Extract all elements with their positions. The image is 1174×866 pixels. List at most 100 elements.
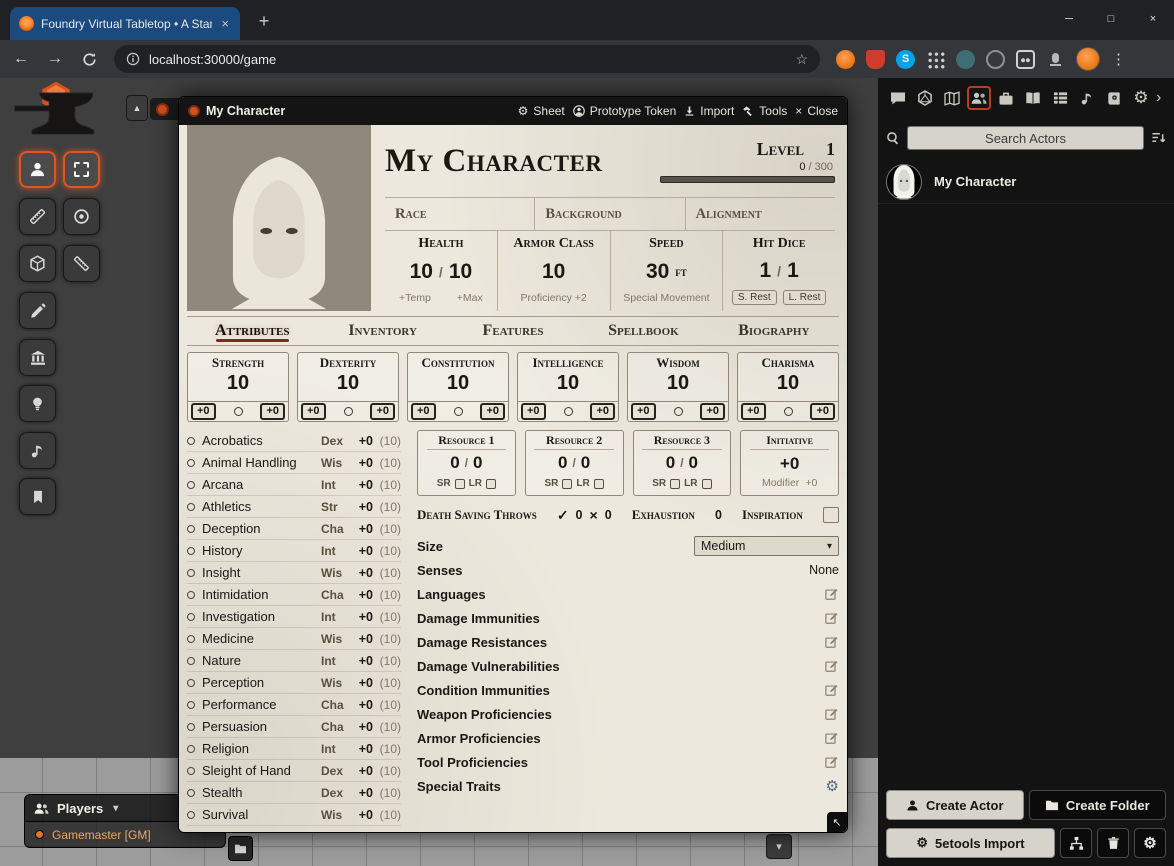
lr-checkbox[interactable] xyxy=(594,479,604,489)
scenes-tab[interactable] xyxy=(940,86,964,110)
hotbar-collapse-button[interactable]: ▾ xyxy=(766,834,792,859)
resource-label[interactable]: Resource 2 xyxy=(534,431,613,450)
sheet-tab[interactable]: Spellbook xyxy=(578,317,708,345)
skill-proficiency-toggle[interactable] xyxy=(187,569,195,577)
skill-proficiency-toggle[interactable] xyxy=(187,745,195,753)
ext-icon-mic[interactable] xyxy=(1046,50,1065,69)
edit-icon[interactable] xyxy=(825,611,839,625)
skill-proficiency-toggle[interactable] xyxy=(187,723,195,731)
ability-label[interactable]: Strength xyxy=(188,353,288,371)
skill-row[interactable]: Arcana Int +0 (10) xyxy=(187,474,401,496)
skill-proficiency-toggle[interactable] xyxy=(187,657,195,665)
ext-icon-s[interactable]: S xyxy=(896,50,915,69)
save-proficiency-toggle[interactable] xyxy=(564,407,573,416)
new-tab-button[interactable]: + xyxy=(252,9,276,33)
skill-row[interactable]: Intimidation Cha +0 (10) xyxy=(187,584,401,606)
sr-checkbox[interactable] xyxy=(670,479,680,489)
drawing-controls-button[interactable] xyxy=(19,292,56,329)
items-tab[interactable] xyxy=(994,86,1018,110)
lighting-controls-button[interactable] xyxy=(19,385,56,422)
note-controls-button[interactable] xyxy=(19,478,56,515)
lr-checkbox[interactable] xyxy=(702,479,712,489)
reload-button[interactable] xyxy=(80,52,98,67)
window-resize-handle[interactable]: ↖ xyxy=(827,812,847,832)
playlists-tab[interactable] xyxy=(1075,86,1099,110)
tables-tab[interactable] xyxy=(1048,86,1072,110)
window-close-button[interactable]: × xyxy=(1132,0,1174,38)
ext-icon-5[interactable] xyxy=(956,50,975,69)
edit-icon[interactable] xyxy=(825,707,839,721)
sr-checkbox[interactable] xyxy=(455,479,465,489)
detail-field[interactable]: Background xyxy=(534,198,684,230)
skill-row[interactable]: Medicine Wis +0 (10) xyxy=(187,628,401,650)
skill-proficiency-toggle[interactable] xyxy=(187,679,195,687)
long-rest-button[interactable]: L. Rest xyxy=(783,290,827,305)
ability-score[interactable]: 10 xyxy=(738,371,838,401)
skill-proficiency-toggle[interactable] xyxy=(187,767,195,775)
skill-proficiency-toggle[interactable] xyxy=(187,459,195,467)
tab-close-icon[interactable]: × xyxy=(219,16,231,31)
5etools-import-button[interactable]: ⚙ 5etools Import xyxy=(886,828,1055,858)
skill-row[interactable]: Stealth Dex +0 (10) xyxy=(187,782,401,804)
ext-icon-ublock[interactable] xyxy=(866,50,885,69)
ability-label[interactable]: Intelligence xyxy=(518,353,618,371)
sheet-tab[interactable]: Features xyxy=(448,317,578,345)
skill-row[interactable]: Deception Cha +0 (10) xyxy=(187,518,401,540)
directory-settings-button[interactable]: ⚙ xyxy=(1134,828,1166,858)
xp-text[interactable]: 0 / 300 xyxy=(660,161,833,173)
resource-label[interactable]: Resource 3 xyxy=(642,431,721,450)
initiative-box[interactable]: Initiative +0 Modifier+0 xyxy=(740,430,839,496)
hit-dice-value[interactable]: 1/1 xyxy=(759,252,798,290)
speed-value[interactable]: 30ft xyxy=(646,252,687,292)
bookmark-star-icon[interactable]: ☆ xyxy=(795,51,808,68)
actor-row[interactable]: My Character xyxy=(878,160,1174,204)
prototype-token-button[interactable]: Prototype Token xyxy=(573,104,677,118)
skill-row[interactable]: Sleight of Hand Dex +0 (10) xyxy=(187,760,401,782)
resource-label[interactable]: Resource 1 xyxy=(427,431,506,450)
health-notes[interactable]: +Temp+Max xyxy=(399,292,483,304)
lr-checkbox[interactable] xyxy=(486,479,496,489)
skill-proficiency-toggle[interactable] xyxy=(187,811,195,819)
ability-label[interactable]: Constitution xyxy=(408,353,508,371)
tools-button[interactable]: Tools xyxy=(742,104,787,118)
ability-score[interactable]: 10 xyxy=(518,371,618,401)
resource-value[interactable]: 0/0 xyxy=(666,450,698,475)
skill-row[interactable]: Acrobatics Dex +0 (10) xyxy=(187,430,401,452)
ext-icon-6[interactable] xyxy=(986,50,1005,69)
url-bar[interactable]: localhost:30000/game ☆ xyxy=(114,45,820,73)
token-controls-button[interactable] xyxy=(19,151,56,188)
back-button[interactable]: ← xyxy=(12,50,30,68)
ability-score[interactable]: 10 xyxy=(628,371,728,401)
skill-row[interactable]: Survival Wis +0 (10) xyxy=(187,804,401,826)
special-movement-link[interactable]: Special Movement xyxy=(623,292,709,304)
forward-button[interactable]: → xyxy=(46,50,64,68)
save-proficiency-toggle[interactable] xyxy=(234,407,243,416)
ability-label[interactable]: Charisma xyxy=(738,353,838,371)
save-proficiency-toggle[interactable] xyxy=(784,407,793,416)
health-value[interactable]: 10/10 xyxy=(410,252,473,292)
save-proficiency-toggle[interactable] xyxy=(454,407,463,416)
ability-score[interactable]: 10 xyxy=(298,371,398,401)
search-actors-input[interactable] xyxy=(907,126,1144,150)
exhaustion-value[interactable]: 0 xyxy=(715,508,722,522)
resource-value[interactable]: 0/0 xyxy=(558,450,590,475)
chat-tab[interactable] xyxy=(886,86,910,110)
target-tool-button[interactable] xyxy=(63,198,100,235)
sidebar-collapse-icon[interactable]: › xyxy=(1156,89,1166,107)
skill-proficiency-toggle[interactable] xyxy=(187,547,195,555)
initiative-value[interactable]: +0 xyxy=(780,450,799,477)
skill-row[interactable]: Religion Int +0 (10) xyxy=(187,738,401,760)
detail-field[interactable]: Race xyxy=(385,198,534,230)
config-gear-icon[interactable]: ⚙ xyxy=(826,777,839,795)
edit-icon[interactable] xyxy=(825,659,839,673)
character-portrait[interactable] xyxy=(187,125,371,311)
ability-score[interactable]: 10 xyxy=(188,371,288,401)
close-window-button[interactable]: × Close xyxy=(795,104,838,118)
browser-menu-icon[interactable]: ⋮ xyxy=(1111,50,1127,68)
window-minimize-button[interactable]: ─ xyxy=(1048,0,1090,38)
skill-proficiency-toggle[interactable] xyxy=(187,701,195,709)
skill-row[interactable]: Perception Wis +0 (10) xyxy=(187,672,401,694)
site-info-icon[interactable] xyxy=(126,52,140,66)
compendium-tab[interactable] xyxy=(1102,86,1126,110)
resource-value[interactable]: 0/0 xyxy=(450,450,482,475)
